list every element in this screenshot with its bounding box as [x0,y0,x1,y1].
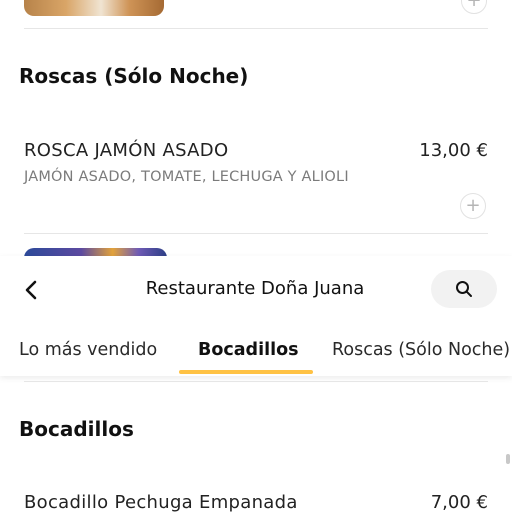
product-image [24,0,164,16]
item-price: 7,00 € [430,492,488,513]
item-price: 13,00 € [419,140,488,161]
back-button[interactable] [18,276,46,304]
tab-bocadillos[interactable]: Bocadillos [198,340,299,360]
item-name[interactable]: Bocadillo Pechuga Empanada [24,492,298,513]
add-item-button[interactable]: + [460,193,486,219]
add-item-button[interactable]: + [461,0,487,14]
restaurant-header: Restaurante Doña Juana Lo más vendido Bo… [0,256,512,464]
category-tabs: Lo más vendido Bocadillos Roscas (Sólo N… [0,336,512,464]
item-name[interactable]: ROSCA JAMÓN ASADO [24,140,228,161]
chevron-left-icon [25,280,37,300]
tab-lo-mas-vendido[interactable]: Lo más vendido [19,340,157,360]
plus-icon: + [465,195,481,216]
divider [24,381,488,382]
active-tab-indicator [179,370,313,374]
search-button[interactable] [431,270,497,308]
search-icon [456,281,472,297]
section-title-roscas: Roscas (Sólo Noche) [19,64,249,88]
scrollbar[interactable] [506,454,510,464]
divider [24,233,488,234]
tab-roscas[interactable]: Roscas (Sólo Noche) [332,340,510,360]
page-title: Restaurante Doña Juana [145,278,365,299]
section-title-bocadillos: Bocadillos [19,417,134,441]
item-description: JAMÓN ASADO, TOMATE, LECHUGA Y ALIOLI [24,169,349,185]
divider [24,28,488,29]
plus-icon: + [466,0,482,11]
